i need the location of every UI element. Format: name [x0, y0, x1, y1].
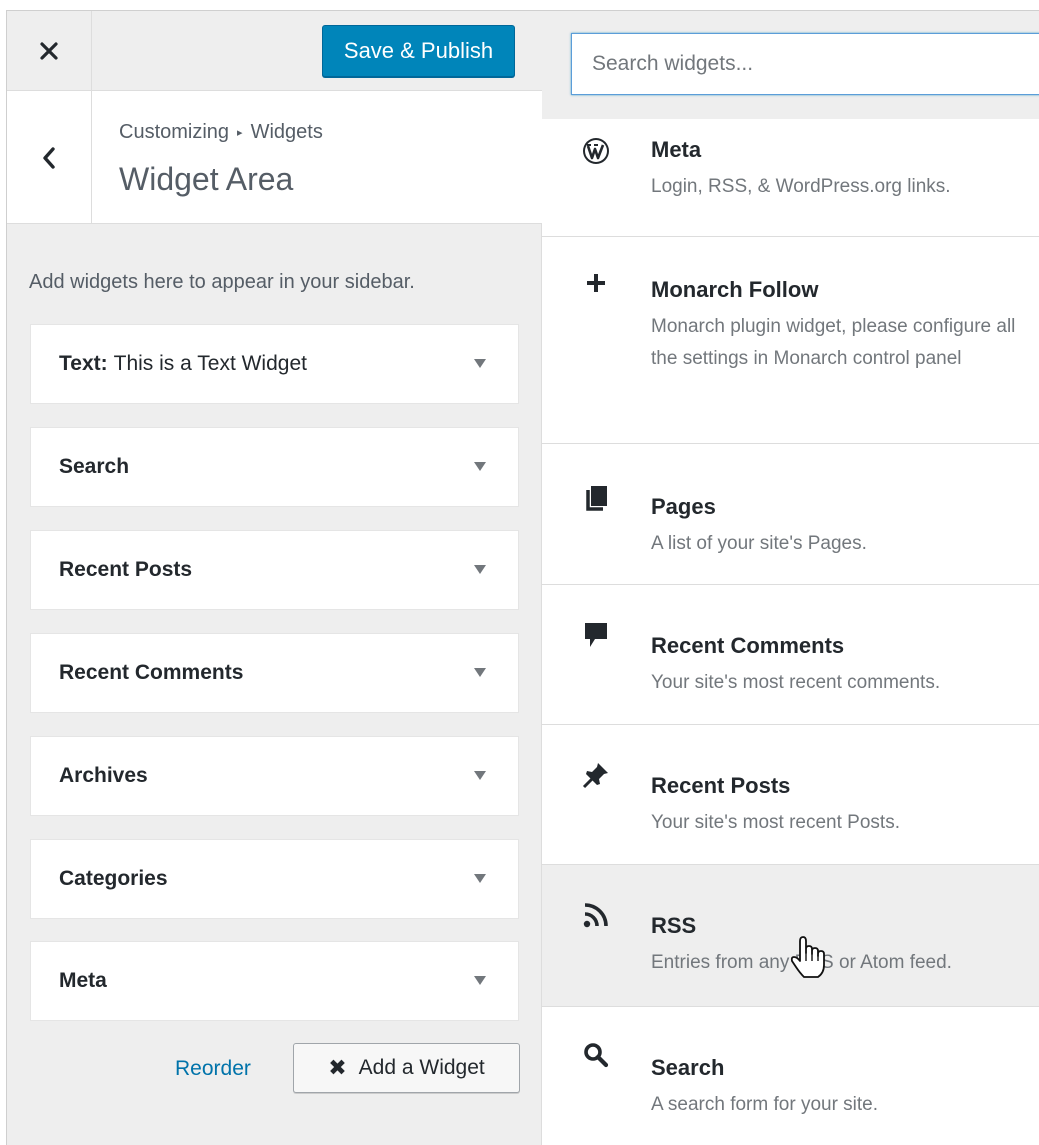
- breadcrumb: Customizing ▸ Widgets: [119, 121, 323, 144]
- close-icon: ✖: [328, 1055, 347, 1080]
- widget-name: Recent Comments: [651, 633, 845, 658]
- widget-description: Your site's most recent Posts.: [651, 812, 900, 833]
- pin-icon: [580, 759, 612, 791]
- widget-name: Meta: [651, 137, 702, 162]
- available-widget-recent-comments[interactable]: Recent Comments Your site's most recent …: [542, 585, 1039, 725]
- rss-icon: [580, 899, 612, 931]
- widget-title: Meta: [59, 969, 107, 992]
- expand-arrow-icon[interactable]: [474, 462, 486, 471]
- widget-item-text[interactable]: Text: This is a Text Widget: [30, 324, 519, 404]
- close-button[interactable]: [7, 11, 92, 91]
- expand-arrow-icon[interactable]: [474, 359, 486, 368]
- wordpress-icon: [580, 135, 612, 167]
- expand-arrow-icon[interactable]: [474, 771, 486, 780]
- comment-icon: [580, 619, 612, 651]
- widget-item-search[interactable]: Search: [30, 427, 519, 507]
- widget-title: Text:: [59, 352, 108, 375]
- widget-name: Monarch Follow: [651, 277, 819, 302]
- customizer-topbar: Save & Publish: [7, 11, 542, 91]
- sidebar-description: Add widgets here to appear in your sideb…: [29, 271, 415, 293]
- available-widget-pages[interactable]: Pages A list of your site's Pages.: [542, 444, 1039, 585]
- widget-item-recent-comments[interactable]: Recent Comments: [30, 633, 519, 713]
- save-publish-button[interactable]: Save & Publish: [322, 25, 515, 77]
- widget-item-meta[interactable]: Meta: [30, 941, 519, 1021]
- reorder-link[interactable]: Reorder: [175, 1057, 251, 1081]
- back-button[interactable]: [7, 91, 92, 224]
- customizer-frame: Save & Publish Customizing ▸ Widgets Widge…: [6, 10, 1039, 1145]
- widget-title: Recent Comments: [59, 661, 244, 684]
- page-title: Widget Area: [119, 161, 294, 197]
- widget-item-recent-posts[interactable]: Recent Posts: [30, 530, 519, 610]
- widget-description: Monarch plugin widget, please configure …: [651, 316, 1016, 369]
- available-widget-monarch-follow[interactable]: Monarch Follow Monarch plugin widget, pl…: [542, 237, 1039, 444]
- widget-title: Search: [59, 455, 130, 478]
- available-widget-meta[interactable]: Meta Login, RSS, & WordPress.org links.: [542, 119, 1039, 237]
- widget-description: Entries from any RSS or Atom feed.: [651, 952, 952, 973]
- available-widget-search[interactable]: Search A search form for your site.: [542, 1007, 1039, 1145]
- expand-arrow-icon[interactable]: [474, 874, 486, 883]
- widget-item-categories[interactable]: Categories: [30, 839, 519, 919]
- breadcrumb-separator-icon: ▸: [237, 127, 243, 139]
- widget-title: Categories: [59, 867, 168, 890]
- section-header: Customizing ▸ Widgets Widget Area: [7, 91, 542, 224]
- widget-description: A list of your site's Pages.: [651, 533, 867, 554]
- close-icon: [40, 42, 58, 60]
- customizer-sidebar: Save & Publish Customizing ▸ Widgets Widge…: [7, 11, 542, 1145]
- plus-icon: [580, 267, 612, 299]
- hand-cursor-icon: [790, 936, 825, 978]
- widget-title: Archives: [59, 764, 148, 787]
- widget-item-archives[interactable]: Archives: [30, 736, 519, 816]
- widget-description: Your site's most recent comments.: [651, 672, 941, 693]
- widget-name: Search: [651, 1055, 725, 1080]
- widget-search-bar: [542, 11, 1039, 119]
- breadcrumb-current: Widgets: [250, 121, 323, 143]
- widget-name: Pages: [651, 494, 716, 519]
- pages-icon: [580, 482, 612, 514]
- chevron-left-icon: [43, 146, 55, 169]
- widget-subtitle: This is a Text Widget: [113, 352, 307, 375]
- widget-name: Recent Posts: [651, 773, 791, 798]
- expand-arrow-icon[interactable]: [474, 565, 486, 574]
- widget-name: RSS: [651, 913, 697, 938]
- widget-search-input[interactable]: [571, 33, 1039, 95]
- widget-description: A search form for your site.: [651, 1094, 879, 1115]
- expand-arrow-icon[interactable]: [474, 976, 486, 985]
- expand-arrow-icon[interactable]: [474, 668, 486, 677]
- search-icon: [580, 1039, 612, 1071]
- add-widget-button[interactable]: ✖ Add a Widget: [293, 1043, 520, 1093]
- widget-title: Recent Posts: [59, 558, 193, 581]
- breadcrumb-root: Customizing: [119, 121, 230, 143]
- widget-description: Login, RSS, & WordPress.org links.: [651, 176, 951, 197]
- available-widget-recent-posts[interactable]: Recent Posts Your site's most recent Pos…: [542, 725, 1039, 865]
- add-widget-label: Add a Widget: [358, 1056, 485, 1079]
